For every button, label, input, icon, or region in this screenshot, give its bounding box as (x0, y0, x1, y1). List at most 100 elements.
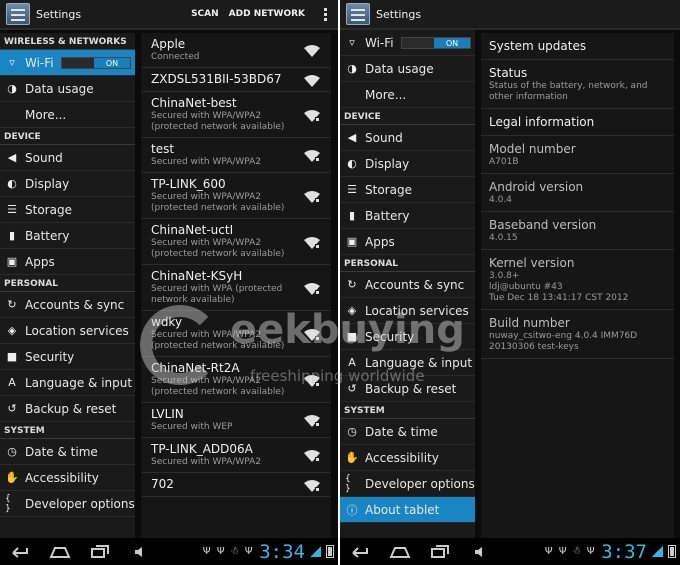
menu-item-data-usage[interactable]: ◑ Data usage (0, 76, 135, 102)
add-network-button[interactable]: ADD NETWORK (224, 9, 310, 19)
network-name: ChinaNet-uctI (151, 223, 234, 237)
scan-button[interactable]: SCAN (186, 9, 224, 19)
about-item[interactable]: Status Status of the battery, network, an… (481, 60, 674, 109)
menu-item-backup-reset[interactable]: ↺ Backup & reset (0, 396, 135, 422)
network-item[interactable]: Apple Connected (141, 33, 331, 68)
menu-item-accounts-sync[interactable]: ↻ Accounts & sync (340, 272, 475, 298)
settings-app-icon[interactable] (346, 3, 370, 25)
network-item[interactable]: LVLIN Secured with WEP (141, 403, 331, 438)
menu-item-security[interactable]: ■ Security (0, 344, 135, 370)
menu-item-wi-fi[interactable]: ▿ Wi-Fi ON (340, 30, 475, 56)
network-item[interactable]: ChinaNet-Rt2A Secured with WPA/WPA2 (prot… (141, 357, 331, 403)
menu-item-label: More... (25, 107, 67, 122)
menu-item-label: Developer options (365, 476, 475, 491)
usb-icon: Ψ (244, 546, 253, 557)
menu-item-apps[interactable]: ▣ Apps (0, 249, 135, 275)
network-item[interactable]: test Secured with WPA/WPA2 (141, 138, 331, 173)
menu-item-sound[interactable]: ◀ Sound (340, 125, 475, 151)
menu-item-date-time[interactable]: ◷ Date & time (0, 439, 135, 465)
menu-item-accounts-sync[interactable]: ↻ Accounts & sync (0, 292, 135, 318)
menu-item-storage[interactable]: ☰ Storage (0, 197, 135, 223)
back-icon[interactable] (340, 542, 380, 562)
wifi-network-list: Apple Connected ZXDSL531BII-53BD67 ChinaNet… (141, 33, 331, 538)
volume-icon[interactable] (120, 542, 160, 562)
wifi-signal-locked-icon (303, 189, 321, 203)
menu-item-apps[interactable]: ▣ Apps (340, 229, 475, 255)
menu-item-label: Location services (25, 323, 129, 338)
usb-icon: Ψ (586, 546, 595, 557)
menu-item-security[interactable]: ■ Security (340, 324, 475, 350)
data-usage-icon: ◑ (7, 82, 17, 95)
menu-item-developer-options[interactable]: { } Developer options (0, 491, 135, 517)
about-item[interactable]: Legal information (481, 109, 674, 136)
menu-item-wi-fi[interactable]: ▿ Wi-Fi ON (0, 50, 135, 76)
menu-item-developer-options[interactable]: { } Developer options (340, 471, 475, 497)
lock-icon: ■ (6, 350, 18, 363)
network-item[interactable]: 702 (141, 473, 331, 497)
menu-item-storage[interactable]: ☰ Storage (340, 177, 475, 203)
menu-item-about-tablet[interactable]: ⓘ About tablet (340, 497, 475, 523)
menu-item-more[interactable]: More... (340, 82, 475, 108)
network-item[interactable]: ZXDSL531BII-53BD67 (141, 68, 331, 92)
location-icon: ◈ (347, 304, 357, 317)
network-item[interactable]: TP-LINK_ADD06A Secured with WPA/WPA2 (141, 438, 331, 473)
network-item[interactable]: ChinaNet-best Secured with WPA/WPA2 (prot… (141, 92, 331, 138)
menu-item-display[interactable]: ◐ Display (0, 171, 135, 197)
menu-item-label: Wi-Fi (25, 55, 54, 70)
menu-item-label: Accounts & sync (365, 277, 465, 292)
menu-item-sound[interactable]: ◀ Sound (0, 145, 135, 171)
menu-item-location-services[interactable]: ◈ Location services (340, 298, 475, 324)
lock-icon: ■ (346, 330, 358, 343)
settings-app-icon[interactable] (6, 3, 30, 25)
menu-item-more[interactable]: More... (0, 102, 135, 128)
storage-icon: ☰ (7, 203, 17, 216)
recent-apps-icon[interactable] (420, 542, 460, 562)
network-status: Secured with WPA/WPA2 (protected network… (151, 376, 285, 397)
network-name: TP-LINK_600 (151, 177, 226, 191)
menu-item-accessibility[interactable]: ✋ Accessibility (0, 465, 135, 491)
menu-item-label: Date & time (25, 444, 98, 459)
menu-item-data-usage[interactable]: ◑ Data usage (340, 56, 475, 82)
wifi-toggle[interactable]: ON (401, 36, 471, 49)
about-item[interactable]: System updates (481, 33, 674, 60)
menu-item-language-input[interactable]: A Language & input (0, 370, 135, 396)
menu-item-display[interactable]: ◐ Display (340, 151, 475, 177)
menu-item-accessibility[interactable]: ✋ Accessibility (340, 445, 475, 471)
braces-icon: { } (345, 473, 351, 494)
data-usage-icon: ◑ (347, 62, 357, 75)
network-item[interactable]: TP-LINK_600 Secured with WPA/WPA2 (protec… (141, 173, 331, 219)
menu-item-location-services[interactable]: ◈ Location services (0, 318, 135, 344)
network-status: Secured with WPA/WPA2 (protected network… (151, 330, 285, 351)
overflow-menu-icon[interactable] (318, 7, 332, 21)
wifi-signal-locked-icon (303, 281, 321, 295)
home-icon[interactable] (380, 542, 420, 562)
volume-icon[interactable] (460, 542, 500, 562)
menu-item-label: Security (365, 329, 415, 344)
about-item-title: Model number (489, 142, 576, 156)
about-item-title: Android version (489, 180, 584, 194)
menu-item-backup-reset[interactable]: ↺ Backup & reset (340, 376, 475, 402)
network-name: 702 (151, 477, 174, 491)
menu-item-label: Accounts & sync (25, 297, 125, 312)
network-item[interactable]: wdky Secured with WPA/WPA2 (protected net… (141, 311, 331, 357)
sound-icon: ◀ (347, 131, 357, 144)
status-area[interactable]: Ψ Ψ ☃ Ψ 3:34 (201, 541, 334, 563)
back-icon[interactable] (0, 542, 40, 562)
menu-item-battery[interactable]: ▮ Battery (340, 203, 475, 229)
section-header: PERSONAL (0, 275, 135, 292)
network-item[interactable]: ChinaNet-KSyH Secured with WPA (protected… (141, 265, 331, 311)
menu-item-battery[interactable]: ▮ Battery (0, 223, 135, 249)
menu-item-language-input[interactable]: A Language & input (340, 350, 475, 376)
network-status: Connected (151, 52, 200, 62)
wifi-signal-locked-icon (303, 235, 321, 249)
network-item[interactable]: ChinaNet-uctI Secured with WPA/WPA2 (prot… (141, 219, 331, 265)
status-area[interactable]: Ψ Ψ ☃ Ψ 3:37 (543, 541, 676, 563)
menu-item-date-time[interactable]: ◷ Date & time (340, 419, 475, 445)
language-icon: A (348, 356, 356, 369)
network-name: ChinaNet-best (151, 96, 237, 110)
wifi-toggle[interactable]: ON (61, 56, 131, 69)
home-icon[interactable] (40, 542, 80, 562)
status-clock: 3:37 (601, 540, 647, 563)
recent-apps-icon[interactable] (80, 542, 120, 562)
battery-icon: ▮ (8, 229, 16, 242)
